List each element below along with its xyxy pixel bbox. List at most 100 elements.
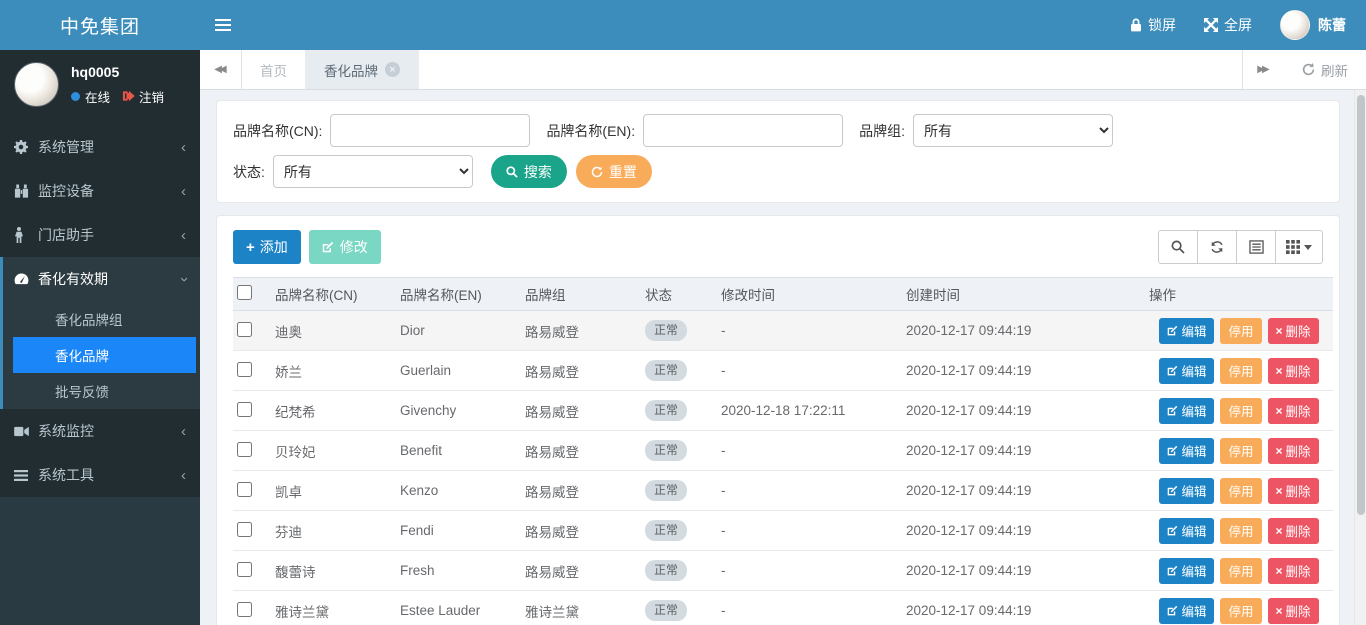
x-icon: ×	[1275, 563, 1283, 578]
edit-button[interactable]: 编辑	[1159, 317, 1215, 344]
row-checkbox[interactable]	[237, 401, 252, 417]
edit-button[interactable]: 编辑	[1159, 517, 1215, 544]
lock-screen-button[interactable]: 锁屏	[1130, 15, 1176, 35]
add-button[interactable]: + 添加	[233, 230, 301, 264]
modify-button[interactable]: 修改	[308, 230, 381, 264]
sidebar-item-system-management[interactable]: 系统管理 ‹	[0, 125, 200, 169]
table-toolbar: + 添加 修改	[233, 230, 1323, 264]
sidebar-item-store-assistant[interactable]: 门店助手 ‹	[0, 213, 200, 257]
row-checkbox[interactable]	[237, 361, 252, 377]
submenu-perfume-validity: 香化品牌组 香化品牌 批号反馈	[3, 301, 200, 409]
modified-time-cell: -	[717, 350, 902, 391]
brand-group-select[interactable]: 所有	[913, 114, 1113, 147]
edit-button[interactable]: 编辑	[1159, 477, 1215, 504]
top-navbar: 中免集团 锁屏 全屏 陈蕾	[0, 0, 1366, 50]
tab-refresh-button[interactable]: 刷新	[1284, 50, 1366, 89]
edit-button[interactable]: 编辑	[1159, 437, 1215, 464]
status-select[interactable]: 所有	[272, 155, 473, 188]
reset-button[interactable]: 重置	[575, 155, 652, 188]
columns-button[interactable]	[1275, 230, 1323, 264]
delete-button[interactable]: × 删除	[1267, 317, 1319, 344]
select-all-checkbox[interactable]	[237, 285, 252, 300]
disable-button[interactable]: 停用	[1220, 597, 1262, 624]
delete-button[interactable]: × 删除	[1267, 557, 1319, 584]
edit-button[interactable]: 编辑	[1159, 357, 1215, 384]
tab-home[interactable]: 首页	[242, 50, 306, 89]
row-checkbox[interactable]	[237, 481, 252, 497]
fullscreen-button[interactable]: 全屏	[1204, 15, 1252, 35]
row-checkbox[interactable]	[237, 601, 252, 617]
lock-icon	[1130, 18, 1142, 32]
row-checkbox[interactable]	[237, 561, 252, 577]
row-checkbox[interactable]	[237, 441, 252, 457]
edit-button[interactable]: 编辑	[1159, 397, 1215, 424]
delete-button[interactable]: × 删除	[1267, 437, 1319, 464]
hamburger-icon	[214, 17, 231, 33]
chevron-left-icon: ‹	[181, 466, 186, 484]
brand-group-cell: 路易威登	[521, 390, 641, 431]
table-row: 贝玲妃 Benefit 路易威登 正常 -2020-12-17 09:44:19 编辑 停用…	[233, 430, 1333, 471]
scrollbar-thumb[interactable]	[1356, 95, 1365, 515]
modified-time-cell: -	[717, 430, 902, 471]
brand-group-cell: 路易威登	[521, 510, 641, 551]
disable-button[interactable]: 停用	[1220, 437, 1262, 464]
header-brand-en: 品牌名称(EN)	[396, 277, 521, 311]
search-button[interactable]: 搜索	[490, 155, 567, 188]
sidebar-item-perfume-brand-group[interactable]: 香化品牌组	[3, 301, 200, 337]
disable-button[interactable]: 停用	[1220, 557, 1262, 584]
delete-button[interactable]: × 删除	[1267, 357, 1319, 384]
row-checkbox[interactable]	[237, 521, 252, 537]
brand-cn-cell: 芬迪	[271, 510, 396, 551]
brand-cn-input[interactable]	[330, 114, 531, 147]
modified-time-cell: -	[717, 590, 902, 625]
logout-label: 注销	[139, 90, 165, 105]
menu-label: 香化有效期	[38, 271, 108, 287]
sidebar-toggle-button[interactable]	[200, 0, 245, 50]
tabs-scroll-right-button[interactable]: ▶▶	[1242, 50, 1284, 89]
video-camera-icon	[14, 426, 38, 437]
tabs-scroll-left-button[interactable]: ◀◀	[200, 50, 242, 89]
sidebar-item-system-tools[interactable]: 系统工具 ‹	[0, 453, 200, 497]
disable-button[interactable]: 停用	[1220, 397, 1262, 424]
brand-group-cell: 路易威登	[521, 550, 641, 591]
table-row: 凯卓 Kenzo 路易威登 正常 -2020-12-17 09:44:19 编辑 停用 × 删除	[233, 470, 1333, 511]
delete-button[interactable]: × 删除	[1267, 477, 1319, 504]
table-search-button[interactable]	[1158, 230, 1198, 264]
tab-label: 首页	[260, 63, 287, 79]
header-created-time: 创建时间	[902, 277, 1145, 311]
delete-button[interactable]: × 删除	[1267, 517, 1319, 544]
status-badge: 正常	[645, 360, 688, 381]
columns-icon	[1286, 240, 1300, 254]
sidebar-item-batch-feedback[interactable]: 批号反馈	[3, 373, 200, 409]
disable-button[interactable]: 停用	[1220, 477, 1262, 504]
table-row: 纪梵希 Givenchy 路易威登 正常 2020-12-18 17:22:11 2020…	[233, 390, 1333, 431]
sidebar-item-system-monitor[interactable]: 系统监控 ‹	[0, 409, 200, 453]
disable-button[interactable]: 停用	[1220, 357, 1262, 384]
user-name: 陈蕾	[1318, 17, 1346, 33]
edit-button[interactable]: 编辑	[1159, 557, 1215, 584]
modified-time-cell: -	[717, 310, 902, 351]
table-refresh-button[interactable]	[1197, 230, 1237, 264]
logout-button[interactable]: 注销	[122, 87, 164, 106]
disable-button[interactable]: 停用	[1220, 317, 1262, 344]
sidebar-item-perfume-validity[interactable]: 香化有效期 ‹	[3, 257, 200, 301]
detail-view-button[interactable]	[1236, 230, 1276, 264]
menu-label: 系统监控	[38, 423, 94, 439]
delete-button[interactable]: × 删除	[1267, 597, 1319, 624]
delete-button[interactable]: × 删除	[1267, 397, 1319, 424]
tab-perfume-brand[interactable]: 香化品牌 ×	[306, 50, 419, 89]
edit-button[interactable]: 编辑	[1159, 597, 1215, 624]
user-avatar	[1280, 10, 1310, 40]
vertical-scrollbar[interactable]	[1354, 90, 1366, 625]
brand-en-input[interactable]	[643, 114, 844, 147]
sidebar-item-monitor-devices[interactable]: 监控设备 ‹	[0, 169, 200, 213]
row-checkbox[interactable]	[237, 321, 252, 337]
disable-button[interactable]: 停用	[1220, 517, 1262, 544]
created-time-cell: 2020-12-17 09:44:19	[902, 390, 1145, 431]
sidebar-item-perfume-brand[interactable]: 香化品牌	[13, 337, 196, 373]
menu-label: 系统工具	[38, 467, 94, 483]
brand-logo[interactable]: 中免集团	[0, 0, 200, 50]
tab-close-icon[interactable]: ×	[385, 62, 400, 77]
x-icon: ×	[1275, 483, 1283, 498]
user-menu[interactable]: 陈蕾	[1280, 10, 1346, 40]
